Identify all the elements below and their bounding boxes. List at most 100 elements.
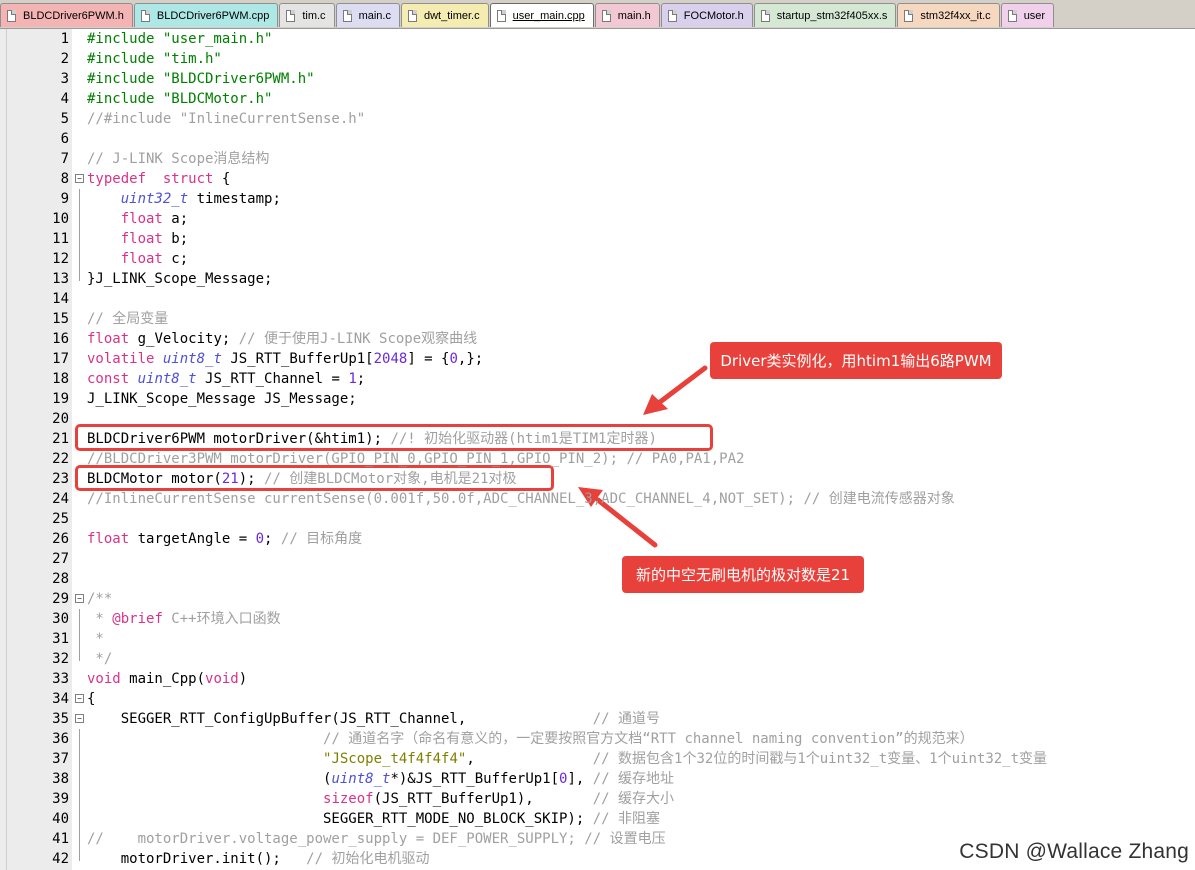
code-token: { — [87, 691, 96, 707]
line-number: 2 — [60, 51, 69, 67]
code-line[interactable]: float c; — [87, 249, 188, 269]
code-token: // 全局变量 — [87, 311, 169, 327]
code-line[interactable]: #include "user_main.h" — [87, 29, 272, 49]
line-number: 27 — [52, 551, 69, 567]
code-line[interactable]: float targetAngle = 0; // 目标角度 — [87, 529, 362, 549]
code-token: 2048 — [373, 351, 408, 367]
line-number: 3 — [60, 71, 69, 87]
code-line[interactable]: */ — [87, 649, 112, 669]
line-number: 28 — [52, 571, 69, 587]
line-number: 18 — [52, 371, 69, 387]
line-number: 40 — [52, 811, 69, 827]
code-line[interactable]: "JScope_t4f4f4f4", // 数据包含1个32位的时间戳与1个ui… — [87, 749, 1047, 769]
code-token: timestamp; — [188, 191, 281, 207]
code-line[interactable]: float g_Velocity; // 便于使用J-LINK Scope观察曲… — [87, 329, 477, 349]
code-line[interactable]: const uint8_t JS_RTT_Channel = 1; — [87, 369, 365, 389]
code-token: // 通道名字（命名有意义的，一定要按照官方文档“RTT channel nam… — [323, 731, 974, 747]
code-token: float — [120, 251, 163, 267]
code-line[interactable]: // J-LINK Scope消息结构 — [87, 149, 269, 169]
code-token: a; — [162, 211, 189, 227]
line-number: 20 — [52, 411, 69, 427]
code-line[interactable]: // 通道名字（命名有意义的，一定要按照官方文档“RTT channel nam… — [87, 729, 974, 749]
code-token: 21 — [221, 471, 239, 487]
code-line[interactable]: sizeof(JS_RTT_BufferUp1), // 缓存大小 — [87, 789, 674, 809]
line-number: 10 — [52, 211, 69, 227]
code-line[interactable]: { — [87, 689, 95, 709]
code-line[interactable]: SEGGER_RTT_ConfigUpBuffer(JS_RTT_Channel… — [87, 709, 660, 729]
code-line[interactable]: volatile uint8_t JS_RTT_BufferUp1[2048] … — [87, 349, 483, 369]
line-number: 23 — [52, 471, 69, 487]
code-line[interactable]: float a; — [87, 209, 188, 229]
code-token: SEGGER_RTT_ConfigUpBuffer(JS_RTT_Channel… — [87, 711, 593, 727]
code-line[interactable]: #include "BLDCMotor.h" — [87, 89, 272, 109]
code-line[interactable]: void main_Cpp(void) — [87, 669, 247, 689]
code-line[interactable]: //#include "InlineCurrentSense.h" — [87, 109, 365, 129]
code-token: // 缓存地址 — [592, 771, 675, 787]
code-token: C++环境入口函数 — [162, 611, 281, 627]
code-token: 0 — [449, 351, 458, 367]
code-token: b; — [162, 231, 189, 247]
line-number: 42 — [52, 851, 69, 867]
code-line[interactable]: #include "tim.h" — [87, 49, 222, 69]
code-line[interactable]: J_LINK_Scope_Message JS_Message; — [87, 389, 357, 409]
code-line[interactable]: uint32_t timestamp; — [87, 189, 281, 209]
code-line[interactable]: motorDriver.init(); // 初始化电机驱动 — [87, 849, 430, 869]
code-line[interactable]: BLDCDriver6PWM motorDriver(&htim1); //! … — [87, 429, 657, 449]
code-line[interactable]: // 全局变量 — [87, 309, 168, 329]
code-token: ] = { — [407, 351, 450, 367]
code-token: #include "tim.h" — [87, 51, 222, 67]
code-token: volatile — [87, 351, 155, 367]
code-token: #include "BLDCDriver6PWM.h" — [87, 71, 315, 87]
code-line[interactable]: #include "BLDCDriver6PWM.h" — [87, 69, 315, 89]
fold-toggle-icon[interactable]: − — [75, 174, 84, 183]
line-number: 26 — [52, 531, 69, 547]
fold-toggle-icon[interactable]: − — [75, 594, 84, 603]
code-token: main_Cpp( — [120, 671, 206, 687]
code-token: ; — [264, 531, 281, 547]
code-line[interactable]: (uint8_t*)&JS_RTT_BufferUp1[0], // 缓存地址 — [87, 769, 674, 789]
line-number: 16 — [52, 331, 69, 347]
code-token: // 创建BLDCMotor对象,电机是21对极 — [264, 471, 517, 487]
code-token: float — [87, 331, 130, 347]
code-line[interactable]: typedef struct { — [87, 169, 230, 189]
code-line[interactable]: }J_LINK_Scope_Message; — [87, 269, 272, 289]
line-number: 30 — [52, 611, 69, 627]
code-token: // 通道号 — [592, 711, 661, 727]
line-number: 32 — [52, 651, 69, 667]
code-line[interactable]: /** — [87, 589, 112, 609]
code-token: //InlineCurrentSense currentSense(0.001f… — [87, 491, 955, 507]
code-token: */ — [87, 651, 113, 667]
code-token: * — [87, 611, 113, 627]
code-token: #include "user_main.h" — [87, 31, 273, 47]
code-token: typedef — [87, 171, 147, 187]
fold-guide-line — [79, 609, 80, 661]
code-token: 0 — [255, 531, 265, 547]
line-number: 37 — [52, 751, 69, 767]
code-token: JS_RTT_BufferUp1[ — [221, 351, 374, 367]
line-number: 7 — [60, 151, 69, 167]
fold-guide-line — [79, 189, 80, 281]
code-token: uint8_t — [162, 351, 222, 367]
code-line[interactable]: * @brief C++环境入口函数 — [87, 609, 281, 629]
code-line[interactable]: //BLDCDriver3PWM motorDriver(GPIO_PIN_0,… — [87, 449, 744, 469]
line-number: 19 — [52, 391, 69, 407]
fold-toggle-icon[interactable]: − — [75, 694, 84, 703]
code-line[interactable]: * — [87, 629, 103, 649]
code-line[interactable]: SEGGER_RTT_MODE_NO_BLOCK_SKIP); // 非阻塞 — [87, 809, 660, 829]
code-line[interactable]: //InlineCurrentSense currentSense(0.001f… — [87, 489, 955, 509]
code-token: c; — [162, 251, 189, 267]
code-line[interactable]: float b; — [87, 229, 188, 249]
code-token: @brief — [112, 611, 163, 627]
code-line[interactable]: // motorDriver.voltage_power_supply = DE… — [87, 829, 666, 849]
code-line[interactable]: BLDCMotor motor(21); // 创建BLDCMotor对象,电机… — [87, 469, 516, 489]
code-token: // 初始化电机驱动 — [306, 851, 430, 867]
fold-toggle-icon[interactable]: − — [75, 714, 84, 723]
code-token: }J_LINK_Scope_Message; — [87, 271, 273, 287]
code-token: g_Velocity; — [129, 331, 239, 347]
